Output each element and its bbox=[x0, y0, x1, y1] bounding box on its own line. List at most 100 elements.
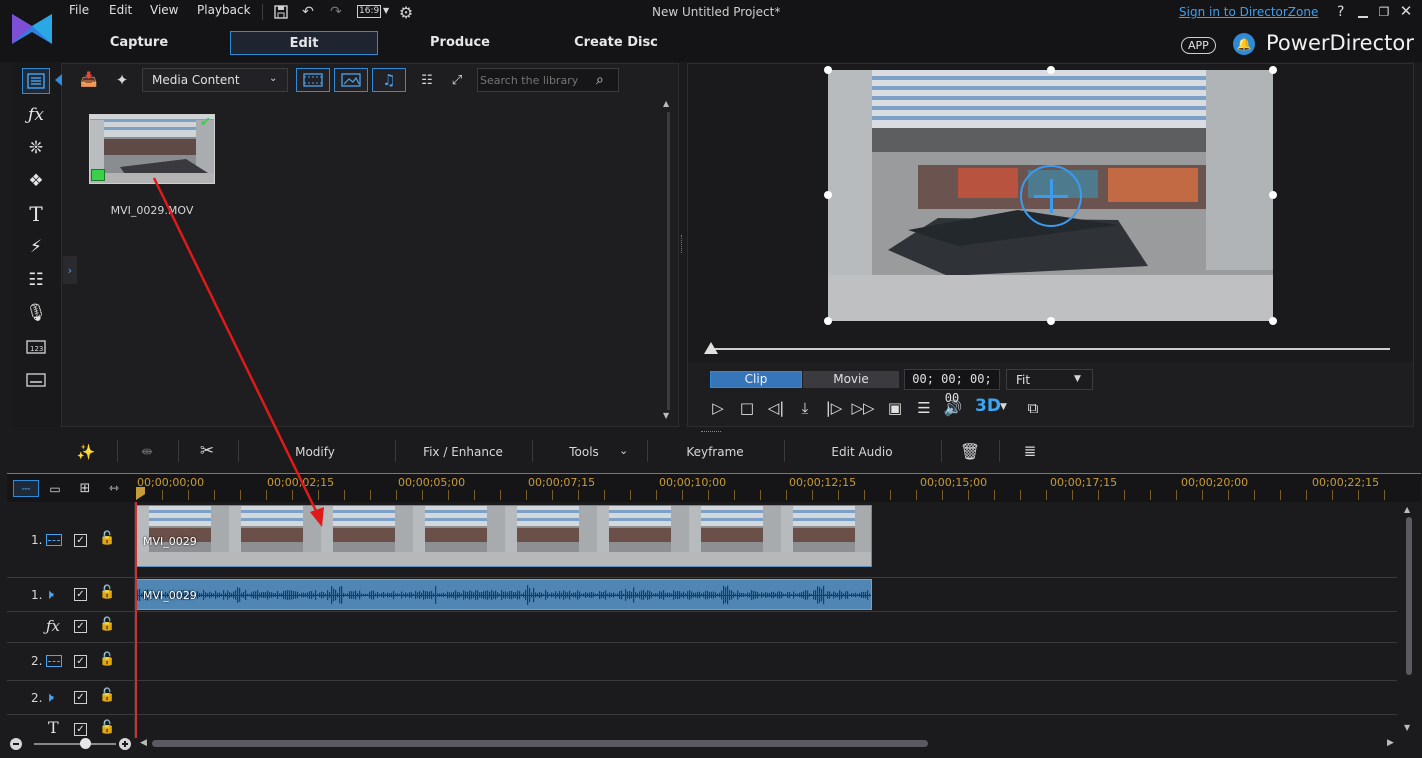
timeline-view-icon[interactable]: ⎓ bbox=[13, 480, 39, 497]
menu-playback[interactable]: Playback bbox=[197, 3, 251, 17]
detach-panel-icon[interactable]: ⤢ bbox=[447, 70, 467, 90]
menu-view[interactable]: View bbox=[150, 3, 178, 17]
tab-capture[interactable]: Capture bbox=[65, 31, 213, 55]
more-features-icon[interactable]: ≣ bbox=[1019, 441, 1041, 461]
minimize-icon[interactable] bbox=[1356, 6, 1370, 20]
clip-mode-button[interactable]: Clip bbox=[710, 371, 802, 388]
fast-forward-icon[interactable]: ▷▷ bbox=[851, 398, 874, 418]
fx-room-icon[interactable]: ƒx bbox=[22, 102, 50, 128]
move-crosshair-icon[interactable] bbox=[1020, 165, 1082, 227]
scroll-track[interactable] bbox=[667, 112, 670, 410]
expand-panel-icon[interactable]: › bbox=[63, 256, 77, 284]
snapshot-camera-icon[interactable]: ▣ bbox=[884, 398, 906, 418]
playhead-line[interactable] bbox=[135, 502, 137, 738]
restore-icon[interactable]: ❐ bbox=[1376, 5, 1392, 19]
media-room-icon[interactable] bbox=[22, 68, 50, 94]
timeline-vertical-scrollbar[interactable]: ▲ ▼ bbox=[1402, 505, 1416, 737]
pip-objects-icon[interactable]: ❊ bbox=[22, 135, 50, 161]
tools-button[interactable]: Tools bbox=[558, 443, 610, 461]
menu-file[interactable]: File bbox=[69, 3, 89, 17]
tab-create-disc[interactable]: Create Disc bbox=[542, 31, 690, 55]
chapter-room-icon[interactable]: 123 bbox=[22, 334, 50, 360]
subtitle-room-icon[interactable] bbox=[22, 367, 50, 393]
fix-enhance-button[interactable]: Fix / Enhance bbox=[412, 443, 514, 461]
undo-icon[interactable]: ↶ bbox=[299, 3, 317, 21]
timeline-audio-clip[interactable]: MVI_0029 bbox=[136, 579, 872, 610]
particle-room-icon[interactable]: ❖ bbox=[22, 168, 50, 194]
panel-splitter[interactable] bbox=[681, 235, 684, 253]
trim-icon[interactable]: ⇼ bbox=[135, 442, 159, 462]
help-button[interactable]: ? bbox=[1337, 4, 1344, 20]
resize-handle[interactable] bbox=[1047, 317, 1055, 325]
tab-produce[interactable]: Produce bbox=[386, 31, 534, 55]
chevron-down-icon[interactable]: ▼ bbox=[1000, 402, 1007, 412]
lock-icon[interactable]: 🔓 bbox=[99, 720, 115, 735]
track-enable-checkbox[interactable]: ✓ bbox=[74, 655, 87, 668]
save-icon[interactable] bbox=[272, 3, 290, 21]
audio-mixing-icon[interactable]: ☷ bbox=[22, 267, 50, 293]
track-enable-checkbox[interactable]: ✓ bbox=[74, 723, 87, 736]
grid-view-icon[interactable]: ☷ bbox=[417, 71, 437, 89]
modify-button[interactable]: Modify bbox=[270, 443, 360, 461]
library-scrollbar[interactable]: ▲ ▼ bbox=[662, 97, 674, 425]
scroll-up-icon[interactable]: ▲ bbox=[663, 99, 669, 108]
scroll-thumb[interactable] bbox=[1406, 517, 1412, 675]
chevron-down-icon[interactable]: ▼ bbox=[383, 6, 389, 15]
show-image-filter-button[interactable] bbox=[334, 68, 368, 92]
track-enable-checkbox[interactable]: ✓ bbox=[74, 620, 87, 633]
preview-scrubber[interactable] bbox=[713, 348, 1390, 350]
lock-icon[interactable]: 🔓 bbox=[99, 688, 115, 703]
gear-icon[interactable]: ⚙ bbox=[397, 3, 415, 22]
keyframe-button[interactable]: Keyframe bbox=[676, 443, 754, 461]
resize-handle[interactable] bbox=[1047, 66, 1055, 74]
scroll-up-icon[interactable]: ▲ bbox=[1404, 505, 1410, 514]
lock-icon[interactable]: 🔓 bbox=[99, 652, 115, 667]
track-enable-checkbox[interactable]: ✓ bbox=[74, 588, 87, 601]
title-room-icon[interactable]: T bbox=[22, 201, 50, 227]
next-frame-icon[interactable]: |▷ bbox=[823, 398, 845, 418]
volume-icon[interactable]: 🔊 bbox=[942, 398, 964, 418]
stop-icon[interactable]: □ bbox=[736, 398, 758, 418]
search-input[interactable] bbox=[480, 71, 592, 89]
scroll-left-icon[interactable]: ◀ bbox=[140, 738, 147, 748]
search-icon[interactable]: ⌕ bbox=[596, 72, 604, 88]
resize-handle[interactable] bbox=[824, 317, 832, 325]
notification-bell-icon[interactable]: 🔔 bbox=[1233, 33, 1255, 55]
zoom-select[interactable]: Fit ▼ bbox=[1006, 369, 1093, 390]
redo-icon[interactable]: ↷ bbox=[327, 3, 345, 21]
edit-audio-button[interactable]: Edit Audio bbox=[820, 443, 904, 461]
previous-frame-icon[interactable]: ◁| bbox=[765, 398, 787, 418]
movie-mode-button[interactable]: Movie bbox=[803, 371, 899, 388]
resize-handle[interactable] bbox=[824, 66, 832, 74]
3d-button[interactable]: 3D bbox=[975, 396, 1001, 416]
zoom-slider-track[interactable] bbox=[34, 743, 116, 745]
media-content-select[interactable]: Media Content ⌄ bbox=[142, 68, 288, 92]
close-icon[interactable]: ✕ bbox=[1398, 2, 1414, 20]
scroll-down-icon[interactable]: ▼ bbox=[663, 411, 669, 420]
chevron-down-icon[interactable]: ⌄ bbox=[619, 444, 628, 457]
timecode-field[interactable]: 00; 00; 00; 00 bbox=[904, 369, 1000, 405]
import-media-icon[interactable]: 📥 bbox=[78, 70, 100, 90]
plugins-icon[interactable]: ✦ bbox=[111, 70, 133, 90]
sign-in-link[interactable]: Sign in to DirectorZone bbox=[1179, 5, 1318, 19]
lock-icon[interactable]: 🔓 bbox=[99, 585, 115, 600]
scroll-down-icon[interactable]: ▼ bbox=[1404, 723, 1410, 732]
scissors-icon[interactable]: ✂ bbox=[197, 441, 217, 461]
scroll-right-icon[interactable]: ▶ bbox=[1387, 738, 1394, 748]
show-video-filter-button[interactable] bbox=[296, 68, 330, 92]
tab-edit[interactable]: Edit bbox=[230, 31, 378, 55]
magic-tools-icon[interactable]: ✨ bbox=[76, 442, 96, 462]
track-enable-checkbox[interactable]: ✓ bbox=[74, 691, 87, 704]
settings-list-icon[interactable]: ☰ bbox=[913, 398, 935, 418]
resize-handle[interactable] bbox=[824, 191, 832, 199]
music-note-icon[interactable]: ♫ bbox=[372, 68, 406, 92]
resize-handle[interactable] bbox=[1269, 317, 1277, 325]
panel-splitter[interactable] bbox=[701, 431, 721, 433]
zoom-out-button[interactable] bbox=[10, 738, 22, 750]
timeline-video-clip[interactable]: MVI_0029 bbox=[136, 505, 872, 567]
zoom-in-button[interactable] bbox=[119, 738, 131, 750]
track-manager-icon[interactable]: ⊞ bbox=[74, 479, 96, 497]
trash-icon[interactable]: 🗑 bbox=[960, 441, 980, 461]
undock-preview-icon[interactable]: ⧉ bbox=[1022, 398, 1044, 418]
zoom-slider-handle[interactable] bbox=[80, 738, 91, 749]
